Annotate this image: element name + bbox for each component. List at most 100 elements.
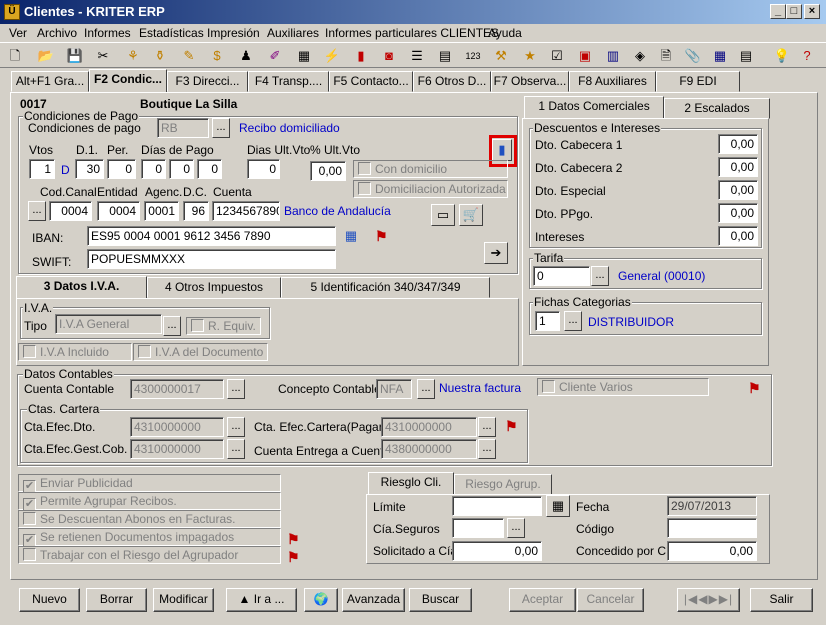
menu-impresion[interactable]: Impresión: [207, 26, 260, 40]
codigo-input[interactable]: [667, 518, 757, 538]
d1-input[interactable]: 30: [75, 159, 104, 179]
entrega-input[interactable]: 4380000000: [381, 439, 477, 459]
entidad-input[interactable]: 0004: [97, 201, 140, 221]
camera-icon[interactable]: ◙: [380, 47, 398, 65]
efec-gest-input[interactable]: 4310000000: [130, 439, 224, 459]
agrupar-recibos-checkbox[interactable]: ✔ Permite Agrupar Recibos.: [23, 494, 177, 511]
descuentan-abonos-checkbox[interactable]: Se Descuentan Abonos en Facturas.: [23, 512, 235, 526]
dto-ppgo-input[interactable]: 0,00: [718, 203, 758, 223]
help-hat-icon[interactable]: ⚑: [505, 418, 518, 435]
dto-especial-input[interactable]: 0,00: [718, 180, 758, 200]
folder-star-icon[interactable]: ★: [521, 47, 539, 65]
document-icon[interactable]: 🗎: [657, 47, 675, 65]
maximize-button[interactable]: □: [786, 4, 802, 19]
pct-ult-vto-input[interactable]: 0,00: [310, 161, 346, 181]
cliente-varios-checkbox[interactable]: Cliente Varios: [542, 380, 633, 394]
list-icon[interactable]: ☰: [408, 47, 426, 65]
grid-icon[interactable]: ▦: [295, 47, 313, 65]
r-equiv-checkbox[interactable]: R. Equiv.: [191, 319, 256, 333]
table-icon[interactable]: ▦: [711, 47, 729, 65]
aceptar-button[interactable]: Aceptar: [509, 588, 576, 612]
tab-contactos[interactable]: F5 Contacto...: [329, 71, 413, 92]
borrar-button[interactable]: Borrar: [86, 588, 147, 612]
cia-seguros-input[interactable]: [452, 518, 504, 538]
tree-icon[interactable]: ⚘: [124, 47, 142, 65]
concepto-lookup-button[interactable]: ...: [417, 379, 435, 399]
minimize-button[interactable]: _: [770, 4, 786, 19]
tipo-iva-input[interactable]: I.V.A General: [55, 314, 162, 334]
lightning-icon[interactable]: ⚡: [323, 47, 341, 65]
vtos-input[interactable]: 1: [29, 159, 55, 179]
tipo-iva-lookup-button[interactable]: ...: [163, 316, 181, 336]
buscar-button[interactable]: Buscar: [409, 588, 472, 612]
iva-incluido-checkbox[interactable]: I.V.A Incluido: [23, 345, 109, 359]
paperclip-icon[interactable]: 📎: [684, 47, 702, 65]
arrow-right-button[interactable]: ➔: [484, 242, 508, 264]
swift-input[interactable]: POPUESMMXXX: [87, 249, 336, 269]
tab-datos-comerciales[interactable]: 1 Datos Comerciales: [524, 96, 664, 119]
entrega-lookup-button[interactable]: ...: [478, 439, 496, 459]
menu-archivo[interactable]: Archivo: [37, 26, 77, 40]
tab-otros-impuestos[interactable]: 4 Otros Impuestos: [147, 277, 281, 298]
cancelar-button[interactable]: Cancelar: [577, 588, 644, 612]
help-hat-icon[interactable]: ⚑: [287, 531, 300, 548]
efec-pagare-lookup-button[interactable]: ...: [478, 417, 496, 437]
next-record-icon[interactable]: ▶: [709, 592, 719, 606]
menu-auxiliares[interactable]: Auxiliares: [267, 26, 319, 40]
dollar-icon[interactable]: $: [208, 47, 226, 65]
tab-datos-iva[interactable]: 3 Datos I.V.A.: [16, 276, 147, 299]
tab-identificacion[interactable]: 5 Identificación 340/347/349: [281, 277, 490, 298]
first-record-icon[interactable]: |◀: [684, 592, 698, 606]
dto-cabecera1-input[interactable]: 0,00: [718, 134, 758, 154]
lightbulb-icon[interactable]: 💡: [773, 47, 791, 65]
tab-edi[interactable]: F9 EDI: [656, 71, 740, 92]
scissors-icon[interactable]: ✂: [94, 47, 112, 65]
fichas-input[interactable]: 1: [535, 311, 560, 331]
dias-ult-vto-input[interactable]: 0: [247, 159, 280, 179]
agencia-input[interactable]: 0001: [144, 201, 179, 221]
domiciliacion-autorizada-checkbox[interactable]: Domiciliacion Autorizada: [358, 182, 506, 196]
cuenta-contable-lookup-button[interactable]: ...: [227, 379, 245, 399]
menu-informes-particulares[interactable]: Informes particulares CLIENTES: [325, 26, 499, 40]
iban-input[interactable]: ES95 0004 0001 9612 3456 7890: [87, 226, 336, 246]
sheet-icon[interactable]: ▤: [737, 47, 755, 65]
tarifa-lookup-button[interactable]: ...: [591, 266, 609, 286]
dc-input[interactable]: 96: [183, 201, 209, 221]
concepto-contable-input[interactable]: NFA: [376, 379, 412, 399]
dto-cabecera2-input[interactable]: 0,00: [718, 157, 758, 177]
help-hat-icon[interactable]: ⚑: [748, 380, 761, 397]
stamp-icon[interactable]: ♟: [237, 47, 255, 65]
help-icon[interactable]: ?: [798, 47, 816, 65]
close-button[interactable]: ×: [804, 4, 820, 19]
concedido-input[interactable]: 0,00: [667, 541, 757, 561]
tab-graficos[interactable]: Alt+F1 Gra...: [11, 71, 89, 92]
nuevo-button[interactable]: Nuevo: [19, 588, 80, 612]
filter-icon[interactable]: ⚱: [151, 47, 169, 65]
cod-canal-lookup-button[interactable]: ...: [28, 201, 46, 221]
con-domicilio-checkbox[interactable]: Con domicilio: [358, 162, 447, 176]
numbers-123-icon[interactable]: 123: [464, 47, 482, 65]
open-folder-icon[interactable]: 📂: [37, 47, 55, 65]
modificar-button[interactable]: Modificar: [153, 588, 214, 612]
tools-icon[interactable]: ⚒: [492, 47, 510, 65]
globe-button[interactable]: 🌍: [304, 588, 338, 612]
record-navigator[interactable]: |◀◀▶▶|: [677, 588, 740, 612]
menu-informes[interactable]: Informes: [84, 26, 131, 40]
save-icon[interactable]: 💾: [66, 47, 84, 65]
menu-ver[interactable]: Ver: [9, 26, 27, 40]
cia-seguros-lookup-button[interactable]: ...: [507, 518, 525, 538]
document-check-icon[interactable]: ☑: [548, 47, 566, 65]
tab-riesgo-agrup[interactable]: Riesgo Agrup.: [454, 474, 552, 495]
book-icon[interactable]: ▮: [492, 139, 512, 161]
efec-dto-lookup-button[interactable]: ...: [227, 417, 245, 437]
help-hat-icon[interactable]: ⚑: [287, 549, 300, 566]
condiciones-pago-input[interactable]: RB: [157, 118, 209, 138]
numbers-icon[interactable]: ▤: [436, 47, 454, 65]
tab-auxiliares[interactable]: F8 Auxiliares: [569, 71, 656, 92]
dias-pago-3-input[interactable]: 0: [197, 159, 222, 179]
efec-pagare-input[interactable]: 4310000000: [381, 417, 477, 437]
prev-record-icon[interactable]: ◀: [698, 592, 708, 606]
ir-a-button[interactable]: ▲ Ir a ...: [226, 588, 297, 612]
cuenta-contable-input[interactable]: 4300000017: [130, 379, 224, 399]
fecha-input[interactable]: 29/07/2013: [667, 496, 757, 516]
